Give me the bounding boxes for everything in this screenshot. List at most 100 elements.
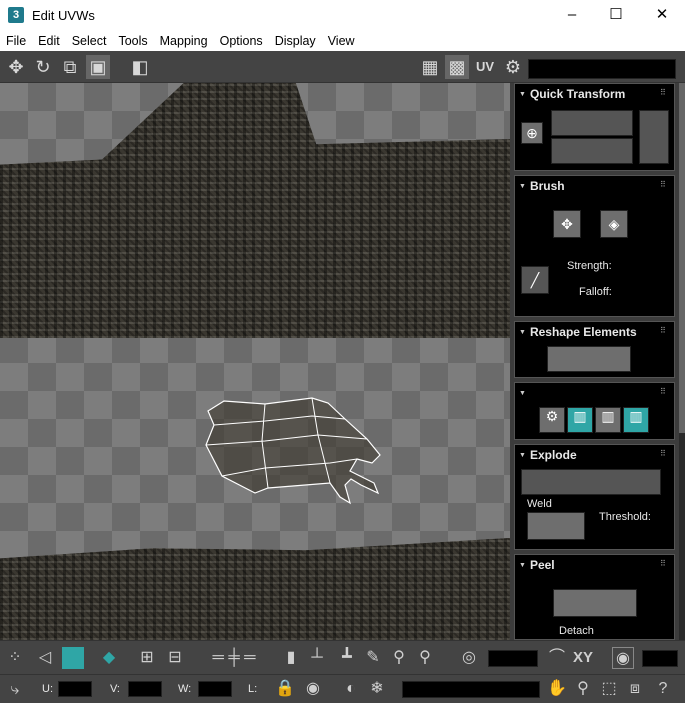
align-buttons-row2[interactable] [551, 138, 633, 164]
detach-label: Detach [559, 625, 594, 637]
rollout-quick-transform: Quick Transform ⠿ ⊕ [514, 83, 675, 171]
grip-icon[interactable]: ⠿ [660, 327, 668, 335]
peel-buttons[interactable] [553, 589, 637, 617]
settings-icon[interactable]: ⚙ [501, 55, 525, 79]
maximize-button[interactable]: ☐ [593, 0, 639, 30]
u-label: U: [42, 683, 53, 695]
reshape-buttons[interactable] [547, 346, 631, 372]
menu-select[interactable]: Select [66, 34, 113, 48]
grip-icon[interactable]: ⠿ [660, 89, 668, 97]
menu-options[interactable]: Options [214, 34, 269, 48]
l-label: L: [248, 683, 258, 695]
scrollbar-thumb[interactable] [679, 83, 685, 433]
freeform-icon[interactable]: ▣ [86, 55, 110, 79]
w-label: W: [178, 683, 192, 695]
select-flipped-icon[interactable]: ┴ [306, 647, 328, 669]
rollout-explode: Explode ⠿ Weld Threshold: [514, 444, 675, 550]
grip-icon[interactable]: ⠿ [660, 388, 668, 396]
menu-mapping[interactable]: Mapping [154, 34, 214, 48]
peel-title[interactable]: Peel [515, 555, 555, 575]
loop-ring-icons[interactable]: ═ ╪ ═ [194, 647, 274, 669]
reshape-title[interactable]: Reshape Elements [515, 322, 637, 342]
paint-move-icon[interactable]: ✥ [553, 210, 581, 238]
rollout-reshape: Reshape Elements ⠿ [514, 321, 675, 378]
v-label: V: [110, 683, 120, 695]
uv-mesh-overlay[interactable] [0, 83, 510, 640]
menu-bar: File Edit Select Tools Mapping Options D… [0, 30, 685, 51]
app-icon: 3 [8, 7, 24, 23]
menu-display[interactable]: Display [269, 34, 322, 48]
weld-buttons[interactable] [527, 512, 585, 540]
top-toolbar: ✥ ↻ ⧉ ▣ ◧ ▦ ▩ UV ⚙ [0, 51, 685, 83]
stitch-average-icon[interactable]: ▥ [595, 407, 621, 433]
w-field[interactable] [198, 681, 232, 697]
explode-buttons[interactable] [521, 469, 661, 495]
u-field[interactable] [58, 681, 92, 697]
stitch-target-icon[interactable]: ▥ [623, 407, 649, 433]
quick-transform-title[interactable]: Quick Transform [515, 84, 625, 104]
scale-icon[interactable]: ⧉ [58, 55, 82, 79]
help-icon[interactable]: ? [652, 678, 674, 700]
stitch-source-icon[interactable]: ▥ [567, 407, 593, 433]
mirror-icon[interactable]: ◧ [128, 55, 152, 79]
transform-mode-icon[interactable]: ⤷ [4, 679, 26, 701]
soft-selection-value[interactable] [488, 650, 538, 667]
rotate-icon[interactable]: ↻ [31, 55, 55, 79]
world-icon[interactable]: ◉ [612, 647, 634, 669]
explode-title[interactable]: Explode [515, 445, 577, 465]
element-mode-icon[interactable]: ◆ [98, 647, 120, 669]
threshold-label: Threshold: [599, 511, 651, 523]
zoom-icon[interactable]: ⚲ [572, 678, 594, 700]
paint-grow-icon[interactable]: ⚲ [388, 647, 410, 669]
freeze-icon[interactable]: ❄ [366, 678, 388, 700]
vertex-mode-icon[interactable]: ⁘ [4, 647, 26, 669]
grip-icon[interactable]: ⠿ [660, 181, 668, 189]
uv-shell-hand[interactable] [205, 397, 381, 505]
minimize-button[interactable]: – [549, 0, 595, 30]
stitch-title[interactable] [515, 383, 530, 403]
stitch-settings-icon[interactable]: ⚙ [539, 407, 565, 433]
v-field[interactable] [128, 681, 162, 697]
uv-toggle[interactable]: UV [473, 55, 497, 79]
edge-mode-icon[interactable]: ◁ [34, 647, 56, 669]
space-buttons[interactable] [639, 110, 669, 164]
menu-view[interactable]: View [322, 34, 361, 48]
xy-toggle[interactable]: XY [572, 647, 594, 669]
brush-falloff-icon[interactable]: ╱ [521, 266, 549, 294]
select-overlap-icon[interactable]: ▮ [280, 647, 302, 669]
paint-select-icon[interactable]: ✎ [362, 647, 384, 669]
lock-icon[interactable]: 🔒 [274, 678, 296, 700]
menu-tools[interactable]: Tools [112, 34, 153, 48]
bottom-toolbar: ⁘ ◁ ◆ ⊞ ⊟ ═ ╪ ═ ▮ ┴ ┻ ✎ ⚲ ⚲ ◎ ⌒ XY ◉ [0, 640, 685, 674]
face-mode-icon[interactable] [62, 647, 84, 669]
brush-size-field[interactable] [642, 650, 678, 667]
curve-icon[interactable]: ⌒ [546, 647, 568, 669]
selection-set-field[interactable] [402, 681, 540, 698]
hide-icon[interactable]: ◐ [340, 678, 362, 700]
align-buttons-row1[interactable] [551, 110, 633, 136]
soft-select-icon[interactable]: ┻ [336, 647, 358, 669]
grow-selection-icon[interactable]: ⊞ [136, 647, 158, 669]
close-button[interactable]: ✕ [639, 0, 685, 30]
grip-icon[interactable]: ⠿ [660, 450, 668, 458]
brush-title[interactable]: Brush [515, 176, 565, 196]
align-icon[interactable]: ⊕ [521, 122, 543, 144]
relax-brush-icon[interactable]: ◈ [600, 210, 628, 238]
shrink-selection-icon[interactable]: ⊟ [164, 647, 186, 669]
pan-icon[interactable]: ✋ [546, 678, 568, 700]
panel-scrollbar[interactable] [679, 83, 685, 640]
uv-viewport[interactable] [0, 83, 510, 640]
pivot-icon[interactable]: ◎ [458, 647, 480, 669]
right-panel: Quick Transform ⠿ ⊕ Brush ⠿ ✥ ◈ ╱ Streng… [510, 83, 685, 640]
paint-shrink-icon[interactable]: ⚲ [414, 647, 436, 669]
checker-icon[interactable]: ▦ [418, 55, 442, 79]
move-icon[interactable]: ✥ [4, 55, 28, 79]
zoom-extents-icon[interactable]: ⧈ [624, 678, 646, 700]
menu-edit[interactable]: Edit [32, 34, 66, 48]
menu-file[interactable]: File [0, 34, 32, 48]
zoom-region-icon[interactable]: ⬚ [598, 678, 620, 700]
checker-pattern-icon[interactable]: ▩ [445, 55, 469, 79]
texture-dropdown[interactable] [528, 59, 676, 79]
eye-icon[interactable]: ◉ [302, 678, 324, 700]
grip-icon[interactable]: ⠿ [660, 560, 668, 568]
